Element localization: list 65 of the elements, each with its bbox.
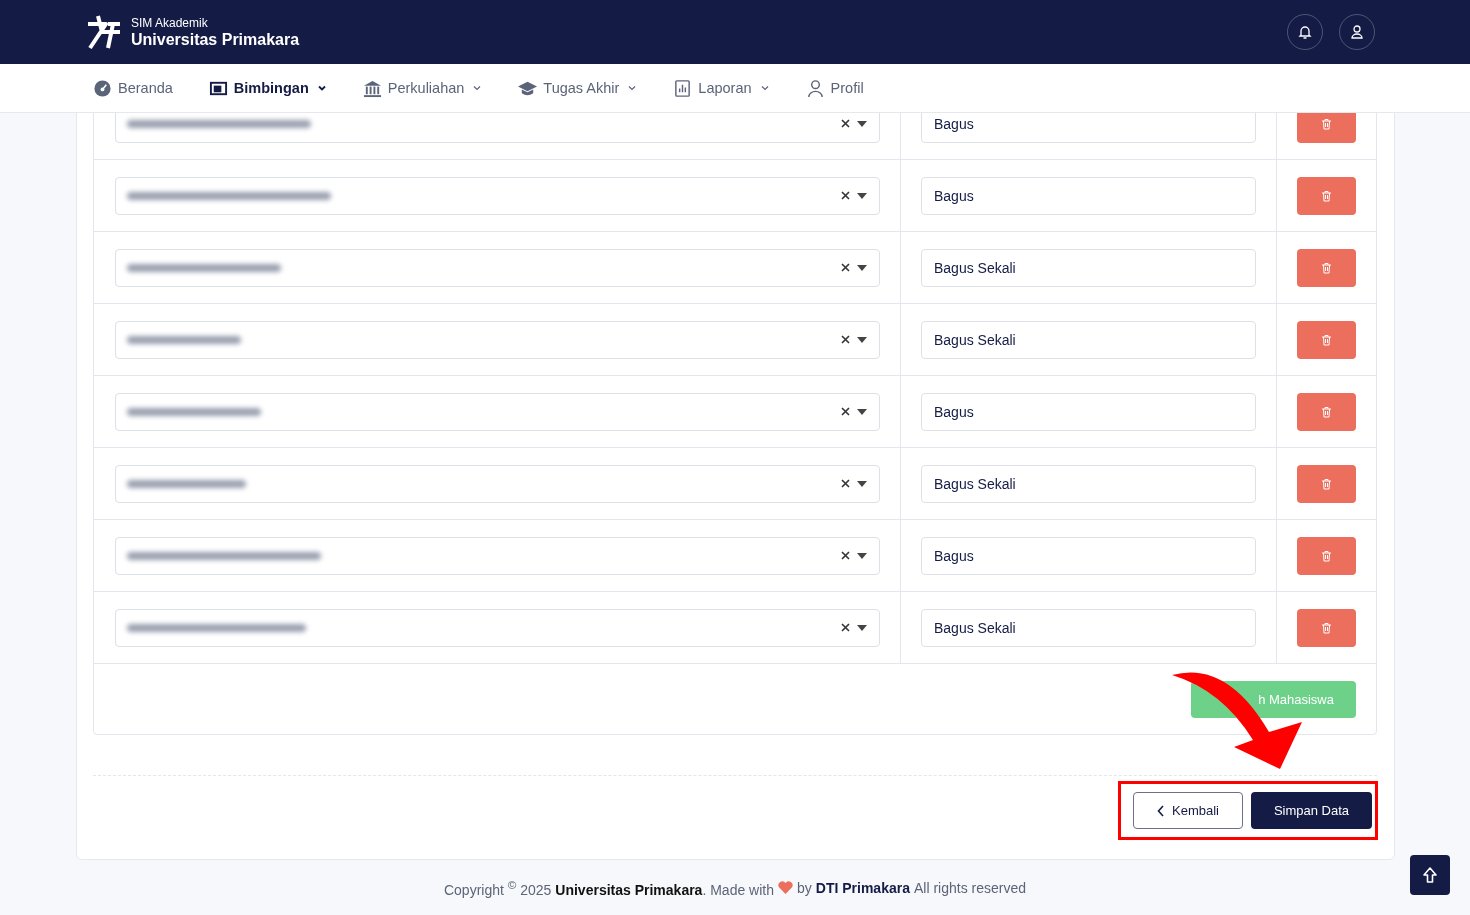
user-icon: [1349, 24, 1365, 40]
delete-button[interactable]: [1297, 248, 1356, 287]
delete-button[interactable]: [1297, 536, 1356, 575]
rating-field[interactable]: Bagus Sekali: [921, 608, 1256, 647]
save-button[interactable]: Simpan Data: [1251, 792, 1372, 829]
by-text: by: [797, 879, 812, 896]
delete-button[interactable]: [1297, 320, 1356, 359]
trash-icon: [1321, 549, 1332, 562]
app-name: SIM Akademik: [131, 15, 209, 30]
rating-field[interactable]: Bagus: [921, 176, 1256, 215]
chevron-left-icon: [1157, 804, 1165, 817]
trash-icon: [1321, 261, 1332, 274]
caret-icon: [857, 120, 867, 127]
copyright-text: Copyright $^{©}$ 2025 Universitas Primakara. Made with: [443, 877, 774, 898]
nav-item[interactable]: Beranda: [93, 78, 173, 98]
clear-icon[interactable]: [841, 407, 850, 416]
dti-link[interactable]: DTI Primakara: [815, 879, 910, 896]
user-icon: [805, 78, 825, 98]
rating-field[interactable]: Bagus Sekali: [921, 248, 1256, 287]
rating-field[interactable]: Bagus Sekali: [921, 464, 1256, 503]
delete-button[interactable]: [1297, 392, 1356, 431]
clear-icon[interactable]: [841, 191, 850, 200]
caret-icon: [857, 336, 867, 343]
caret-icon: [857, 624, 867, 631]
report-icon: [673, 78, 693, 98]
heart-icon: [778, 881, 793, 894]
delete-button[interactable]: [1297, 464, 1356, 503]
logo-icon: [86, 14, 122, 50]
nav-item[interactable]: Tugas Akhir: [518, 78, 638, 98]
dashboard-icon: [93, 78, 112, 98]
nav-item[interactable]: Bimbingan: [208, 78, 327, 98]
clear-icon[interactable]: [841, 551, 850, 560]
delete-button[interactable]: [1297, 113, 1356, 143]
caret-icon: [857, 192, 867, 199]
bell-icon: [1297, 24, 1313, 40]
trash-icon: [1321, 117, 1332, 130]
building-icon: [362, 78, 382, 98]
rights-text: All rights reserved: [913, 879, 1026, 896]
rating-field[interactable]: Bagus Sekali: [921, 320, 1256, 359]
caret-icon: [857, 480, 867, 487]
clear-icon[interactable]: [841, 119, 850, 128]
rating-field[interactable]: Bagus: [921, 392, 1256, 431]
back-button[interactable]: Kembali: [1133, 792, 1243, 829]
trash-icon: [1321, 189, 1332, 202]
clear-icon[interactable]: [841, 335, 850, 344]
caret-icon: [857, 552, 867, 559]
nav-item[interactable]: Perkuliahan: [362, 78, 483, 98]
caret-icon: [857, 408, 867, 415]
clear-icon[interactable]: [841, 623, 850, 632]
arrow-up-icon: [1423, 867, 1437, 883]
trash-icon: [1321, 621, 1332, 634]
trash-icon: [1321, 405, 1332, 418]
university-name: Universitas Primakara: [131, 30, 300, 49]
scroll-top-button[interactable]: [1410, 855, 1450, 895]
clear-icon[interactable]: [841, 263, 850, 272]
caret-icon: [857, 264, 867, 271]
clear-icon[interactable]: [841, 479, 850, 488]
nav-item[interactable]: Laporan: [673, 78, 770, 98]
trash-icon: [1321, 477, 1332, 490]
nav-item[interactable]: Profil: [805, 78, 864, 98]
rating-field[interactable]: Bagus: [921, 113, 1256, 143]
delete-button[interactable]: [1297, 176, 1356, 215]
rating-field[interactable]: Bagus: [921, 536, 1256, 575]
delete-button[interactable]: [1297, 608, 1356, 647]
trash-icon: [1321, 333, 1332, 346]
